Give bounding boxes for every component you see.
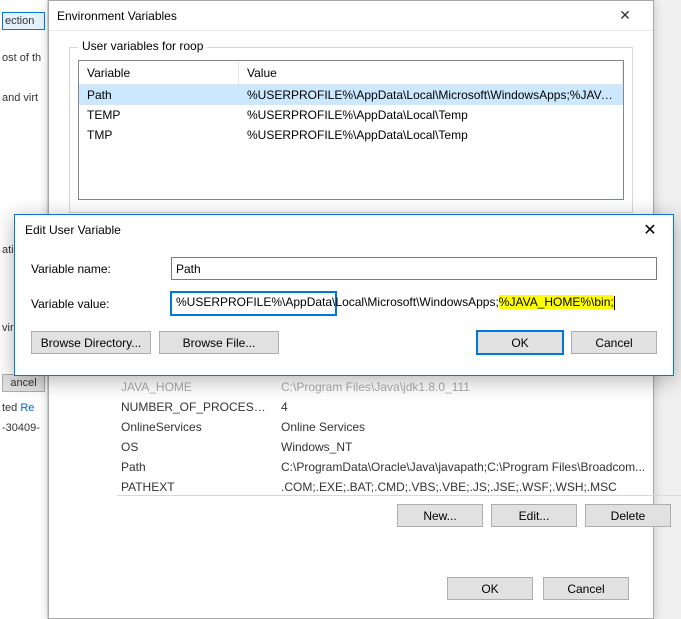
new-button[interactable]: New... xyxy=(397,504,483,527)
table-row[interactable]: OS Windows_NT xyxy=(117,437,681,457)
variable-name-input[interactable] xyxy=(171,257,657,280)
value-text-highlight: %JAVA_HOME%\bin; xyxy=(499,295,614,309)
user-variables-table[interactable]: Variable Value Path %USERPROFILE%\AppDat… xyxy=(78,60,624,200)
cell-variable: Path xyxy=(117,458,277,476)
bg-frag-link: Re xyxy=(20,402,34,414)
cell-value: C:\Program Files\Java\jdk1.8.0_111 xyxy=(277,378,681,396)
col-variable[interactable]: Variable xyxy=(79,62,239,84)
cell-variable: PATHEXT xyxy=(117,478,277,496)
table-row[interactable]: TEMP %USERPROFILE%\AppData\Local\Temp xyxy=(79,105,623,125)
bg-frag: ancel xyxy=(2,374,45,392)
browse-file-button[interactable]: Browse File... xyxy=(159,331,279,354)
cell-variable: TMP xyxy=(79,126,239,144)
edit-titlebar: Edit User Variable ✕ xyxy=(15,215,673,245)
cell-value: %USERPROFILE%\AppData\Local\Temp xyxy=(239,126,623,144)
env-title: Environment Variables xyxy=(57,9,177,23)
bg-frag: ted xyxy=(2,402,17,414)
table-row[interactable]: NUMBER_OF_PROCESSORS 4 xyxy=(117,397,681,417)
delete-button[interactable]: Delete xyxy=(585,504,671,527)
cell-value: %USERPROFILE%\AppData\Local\Temp xyxy=(239,106,623,124)
cell-variable: OS xyxy=(117,438,277,456)
bg-frag: -30409- xyxy=(2,422,45,434)
bg-frag: ection xyxy=(2,12,45,30)
ok-button[interactable]: OK xyxy=(477,331,563,354)
cell-value: Windows_NT xyxy=(277,438,681,456)
ok-button[interactable]: OK xyxy=(447,577,533,600)
user-group-label: User variables for roop xyxy=(78,39,207,53)
edit-title: Edit User Variable xyxy=(25,223,121,237)
bg-frag: ost of th xyxy=(2,52,45,64)
variable-value-input[interactable] xyxy=(171,292,336,315)
variable-value-label: Variable value: xyxy=(31,297,171,311)
variable-name-label: Variable name: xyxy=(31,262,171,276)
cell-variable: TEMP xyxy=(79,106,239,124)
edit-user-variable-dialog: Edit User Variable ✕ Variable name: Vari… xyxy=(14,214,674,376)
system-vars-buttons: New... Edit... Delete xyxy=(117,495,681,527)
cell-value: C:\ProgramData\Oracle\Java\javapath;C:\P… xyxy=(277,458,681,476)
cell-variable: OnlineServices xyxy=(117,418,277,436)
table-header: Variable Value xyxy=(79,61,623,85)
env-dialog-footer: OK Cancel xyxy=(447,577,629,600)
cell-value: %USERPROFILE%\AppData\Local\Microsoft\Wi… xyxy=(239,86,623,104)
cell-variable: Path xyxy=(79,86,239,104)
table-row[interactable]: OnlineServices Online Services xyxy=(117,417,681,437)
browse-directory-button[interactable]: Browse Directory... xyxy=(31,331,151,354)
cell-value: .COM;.EXE;.BAT;.CMD;.VBS;.VBE;.JS;.JSE;.… xyxy=(277,478,681,496)
table-row[interactable]: TMP %USERPROFILE%\AppData\Local\Temp xyxy=(79,125,623,145)
bg-frag: and virt xyxy=(2,92,45,104)
cancel-button[interactable]: Cancel xyxy=(543,577,629,600)
cancel-button[interactable]: Cancel xyxy=(571,331,657,354)
cell-variable: JAVA_HOME xyxy=(117,378,277,396)
cell-value: Online Services xyxy=(277,418,681,436)
close-icon[interactable]: ✕ xyxy=(627,215,673,245)
table-row[interactable]: Path %USERPROFILE%\AppData\Local\Microso… xyxy=(79,85,623,105)
env-titlebar: Environment Variables ✕ xyxy=(49,1,653,31)
cell-value: 4 xyxy=(277,398,681,416)
cell-variable: NUMBER_OF_PROCESSORS xyxy=(117,398,277,416)
table-row[interactable]: Path C:\ProgramData\Oracle\Java\javapath… xyxy=(117,457,681,477)
system-variables-partial: JAVA_HOME C:\Program Files\Java\jdk1.8.0… xyxy=(117,377,681,497)
col-value[interactable]: Value xyxy=(239,62,623,84)
table-row[interactable]: JAVA_HOME C:\Program Files\Java\jdk1.8.0… xyxy=(117,377,681,397)
edit-button[interactable]: Edit... xyxy=(491,504,577,527)
close-icon[interactable]: ✕ xyxy=(605,2,645,30)
user-variables-group: User variables for roop Variable Value P… xyxy=(69,47,633,213)
table-row[interactable]: PATHEXT .COM;.EXE;.BAT;.CMD;.VBS;.VBE;.J… xyxy=(117,477,681,497)
